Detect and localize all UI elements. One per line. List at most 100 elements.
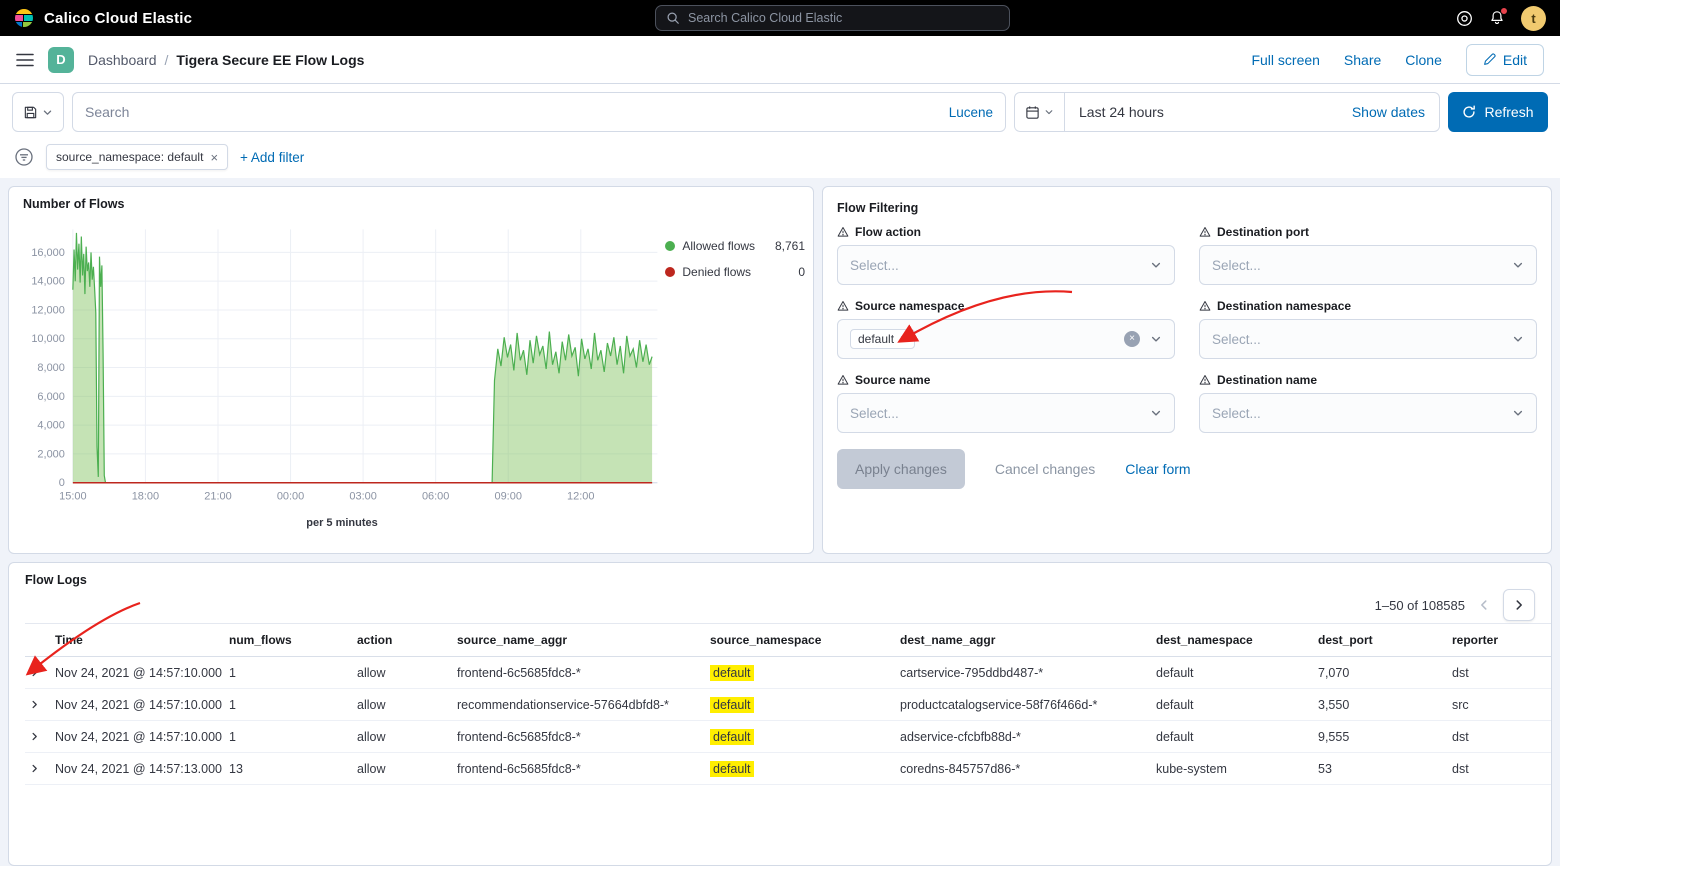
col-dest-namespace[interactable]: dest_namespace (1152, 624, 1314, 657)
cell-time: Nov 24, 2021 @ 14:57:10.000 (51, 721, 225, 753)
svg-text:8,000: 8,000 (37, 362, 64, 374)
highlighted-value: default (710, 665, 754, 681)
svg-text:21:00: 21:00 (204, 491, 231, 503)
space-badge[interactable]: D (48, 47, 74, 73)
query-input-wrapper[interactable]: Lucene (72, 92, 1006, 132)
filter-bar: source_namespace: default × + Add filter (12, 144, 1548, 170)
col-dest-name-aggr[interactable]: dest_name_aggr (896, 624, 1152, 657)
saved-query-menu-button[interactable] (12, 92, 64, 132)
table-row: Nov 24, 2021 @ 14:57:10.000 1 allow fron… (25, 721, 1552, 753)
selected-tag-default[interactable]: default × (850, 329, 915, 349)
source-name-select[interactable]: Select... (837, 393, 1175, 433)
chart-legend: Allowed flows 8,761 Denied flows 0 (665, 215, 805, 515)
col-num-flows[interactable]: num_flows (225, 624, 353, 657)
svg-text:00:00: 00:00 (277, 491, 304, 503)
chevron-left-icon[interactable] (1477, 598, 1491, 612)
edit-button[interactable]: Edit (1466, 44, 1544, 76)
cell-dest-name-aggr: cartservice-795ddbd487-* (896, 657, 1152, 689)
expand-row-icon[interactable] (29, 699, 40, 710)
hamburger-menu-icon[interactable] (16, 53, 34, 67)
svg-text:15:00: 15:00 (59, 491, 86, 503)
cell-dest-port: 9,555 (1314, 721, 1448, 753)
query-input[interactable] (85, 104, 949, 120)
apply-changes-button[interactable]: Apply changes (837, 449, 965, 489)
remove-filter-icon[interactable]: × (210, 150, 218, 165)
notifications-bell-icon[interactable] (1489, 10, 1505, 26)
svg-text:14,000: 14,000 (31, 276, 65, 288)
cell-source-name-aggr: frontend-6c5685fdc8-* (453, 721, 706, 753)
cell-time: Nov 24, 2021 @ 14:57:10.000 (51, 689, 225, 721)
expand-row-icon[interactable] (29, 731, 40, 742)
col-source-name-aggr[interactable]: source_name_aggr (453, 624, 706, 657)
global-search-input[interactable] (688, 11, 999, 25)
remove-tag-icon[interactable]: × (900, 332, 907, 346)
allowed-flows-count: 8,761 (775, 239, 805, 253)
source-namespace-combobox[interactable]: default × × (837, 319, 1175, 359)
share-button[interactable]: Share (1344, 52, 1381, 68)
global-search[interactable] (655, 5, 1010, 31)
destination-name-field: Destination name Select... (1199, 373, 1537, 433)
destination-name-select[interactable]: Select... (1199, 393, 1537, 433)
add-filter-button[interactable]: + Add filter (240, 150, 304, 165)
chevron-down-icon (1512, 259, 1524, 271)
cell-dest-namespace: kube-system (1152, 753, 1314, 785)
chevron-down-icon (1150, 259, 1162, 271)
dashboard-area: Number of Flows 15:0018:0021:0000:0003:0… (0, 178, 1560, 866)
full-screen-button[interactable]: Full screen (1251, 52, 1319, 68)
legend-item-denied[interactable]: Denied flows 0 (665, 265, 805, 279)
col-time[interactable]: Time (51, 624, 225, 657)
col-reporter[interactable]: reporter (1448, 624, 1552, 657)
cell-dest-namespace: default (1152, 657, 1314, 689)
destination-port-select[interactable]: Select... (1199, 245, 1537, 285)
user-avatar[interactable]: t (1521, 6, 1546, 31)
time-range-value[interactable]: Last 24 hours (1065, 104, 1178, 120)
cell-action: allow (353, 689, 453, 721)
calendar-menu-button[interactable] (1015, 93, 1065, 131)
breadcrumb-dashboard[interactable]: Dashboard (88, 52, 157, 68)
svg-text:2,000: 2,000 (37, 448, 64, 460)
destination-namespace-select[interactable]: Select... (1199, 319, 1537, 359)
svg-text:03:00: 03:00 (349, 491, 376, 503)
cell-source-namespace: default (706, 657, 896, 689)
cell-source-namespace: default (706, 753, 896, 785)
cell-source-namespace: default (706, 689, 896, 721)
expand-row-icon[interactable] (29, 667, 40, 678)
cell-num-flows: 1 (225, 689, 353, 721)
deployment-icon[interactable] (1456, 10, 1473, 27)
table-row: Nov 24, 2021 @ 14:57:13.000 13 allow fro… (25, 753, 1552, 785)
show-dates-button[interactable]: Show dates (1352, 104, 1439, 120)
col-source-namespace[interactable]: source_namespace (706, 624, 896, 657)
kibana-app: Calico Cloud Elastic t D Dashboard / (0, 0, 1560, 870)
col-dest-port[interactable]: dest_port (1314, 624, 1448, 657)
refresh-button[interactable]: Refresh (1448, 92, 1548, 132)
flow-action-select[interactable]: Select... (837, 245, 1175, 285)
col-action[interactable]: action (353, 624, 453, 657)
cancel-changes-button[interactable]: Cancel changes (995, 461, 1095, 477)
notification-dot (1500, 7, 1508, 15)
number-of-flows-panel: Number of Flows 15:0018:0021:0000:0003:0… (8, 186, 814, 554)
denied-flows-count: 0 (798, 265, 805, 279)
clear-selection-icon[interactable]: × (1124, 331, 1140, 347)
clear-form-button[interactable]: Clear form (1125, 461, 1190, 477)
filter-settings-icon[interactable] (14, 147, 34, 167)
warning-icon (837, 226, 849, 238)
pagination: 1–50 of 108585 (17, 587, 1543, 623)
global-header: Calico Cloud Elastic t (0, 0, 1560, 36)
chevron-down-icon (1512, 333, 1524, 345)
svg-text:06:00: 06:00 (422, 491, 449, 503)
query-language-button[interactable]: Lucene (949, 105, 993, 120)
chevron-down-icon (1044, 107, 1054, 117)
refresh-icon (1462, 105, 1476, 119)
cell-source-name-aggr: recommendationservice-57664dbfd8-* (453, 689, 706, 721)
elastic-logo[interactable] (14, 8, 34, 28)
cell-num-flows: 1 (225, 657, 353, 689)
legend-item-allowed[interactable]: Allowed flows 8,761 (665, 239, 805, 253)
cell-action: allow (353, 721, 453, 753)
chevron-right-icon[interactable] (1503, 589, 1535, 621)
filter-pill-source-namespace[interactable]: source_namespace: default × (46, 144, 228, 170)
svg-text:18:00: 18:00 (132, 491, 159, 503)
breadcrumb: Dashboard / Tigera Secure EE Flow Logs (88, 52, 364, 68)
expand-row-icon[interactable] (29, 763, 40, 774)
clone-button[interactable]: Clone (1405, 52, 1442, 68)
warning-icon (1199, 226, 1211, 238)
